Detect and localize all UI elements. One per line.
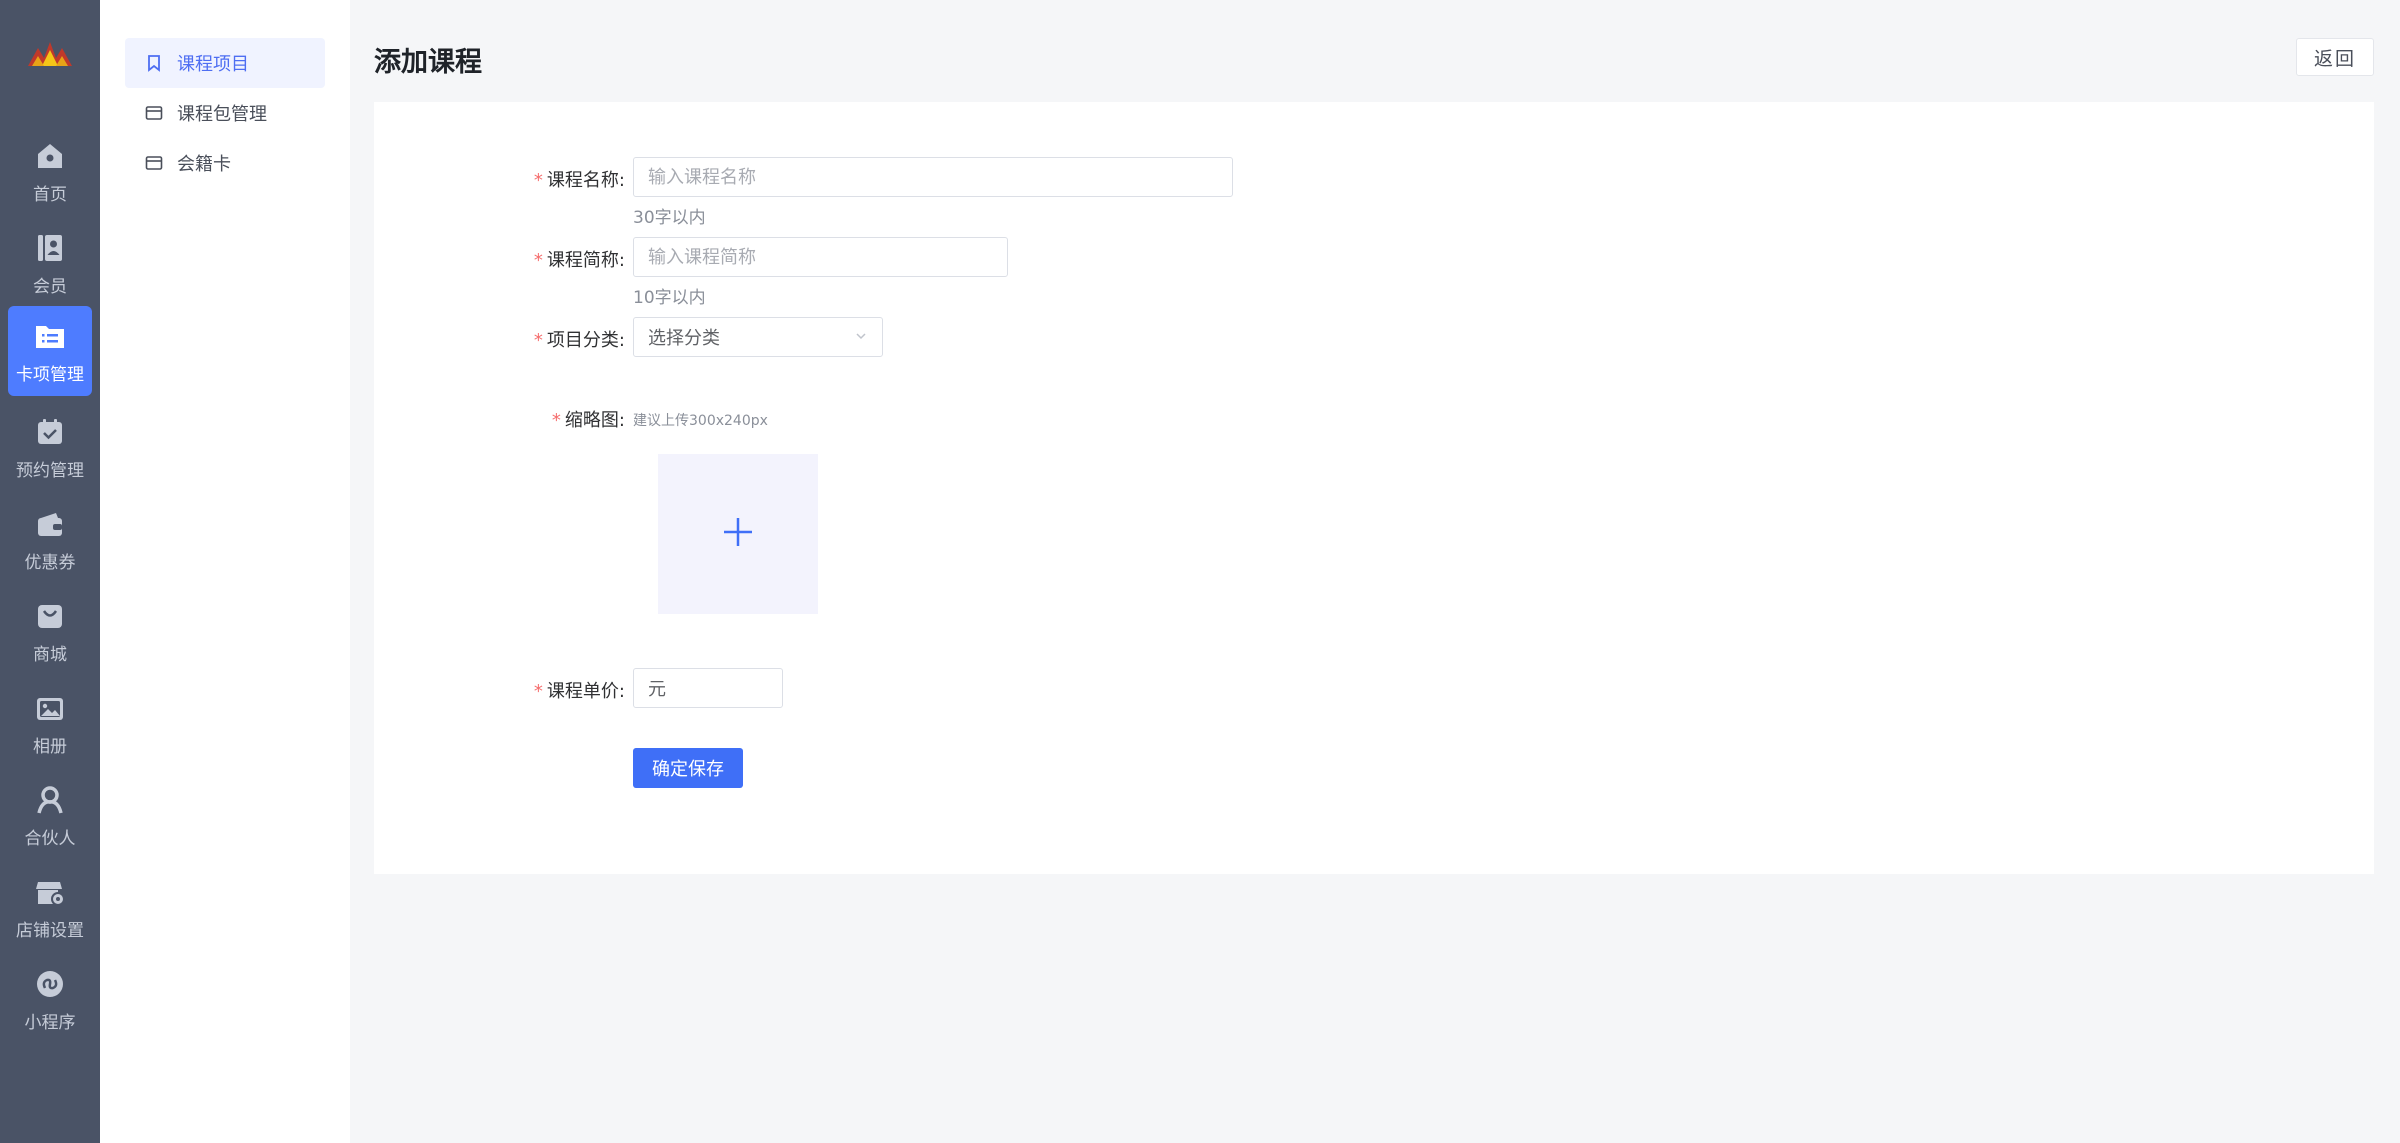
course-name-input[interactable]: [633, 157, 1233, 197]
album-icon: [32, 690, 68, 726]
calendar-check-icon: [32, 414, 68, 450]
price-label: * 课程单价:: [533, 681, 625, 702]
sidebar-item-booking[interactable]: 预约管理: [8, 402, 92, 492]
sidebar-item-label: 合伙人: [24, 828, 76, 849]
sidebar-item-label: 预约管理: [16, 460, 84, 481]
required-mark: *: [533, 170, 543, 191]
shop-settings-icon: [32, 874, 68, 910]
required-mark: *: [551, 410, 561, 431]
plus-icon: [722, 516, 754, 552]
submenu-item-membership-card[interactable]: 会籍卡: [125, 138, 325, 188]
submenu-item-label: 课程项目: [177, 54, 249, 75]
home-icon: [32, 138, 68, 174]
sidebar-item-album[interactable]: 相册: [8, 678, 92, 768]
back-button[interactable]: 返回: [2296, 38, 2374, 76]
submenu-item-course-project[interactable]: 课程项目: [125, 38, 325, 88]
category-select[interactable]: 选择分类: [633, 317, 883, 357]
app-logo[interactable]: [22, 36, 78, 76]
sidebar-item-label: 小程序: [24, 1012, 76, 1033]
shopping-bag-icon: [32, 598, 68, 634]
sidebar-item-label: 店铺设置: [16, 920, 84, 941]
sidebar-item-home[interactable]: 首页: [8, 126, 92, 216]
secondary-menu: 课程项目 课程包管理 会籍卡: [100, 0, 350, 1143]
sidebar-item-label: 优惠券: [24, 552, 76, 573]
card-icon: [145, 103, 165, 123]
submenu-item-course-package[interactable]: 课程包管理: [125, 88, 325, 138]
course-short-label: * 课程简称:: [533, 250, 625, 271]
page-title: 添加课程: [374, 47, 482, 78]
main-sidebar: 首页 会员 卡项管理 预约管理 优惠券 商城 相册 合伙人 店铺设置 小程序: [0, 0, 100, 1143]
course-short-input[interactable]: [633, 237, 1008, 277]
partner-icon: [32, 782, 68, 818]
sidebar-item-label: 商城: [33, 644, 67, 665]
member-icon: [32, 230, 68, 266]
category-select-value: 选择分类: [648, 328, 720, 349]
thumbnail-hint: 建议上传300x240px: [633, 413, 768, 429]
sidebar-item-card-management[interactable]: 卡项管理: [8, 306, 92, 396]
miniprogram-icon: [32, 966, 68, 1002]
sidebar-item-partner[interactable]: 合伙人: [8, 770, 92, 860]
submenu-item-label: 课程包管理: [177, 104, 267, 125]
course-name-hint: 30字以内: [633, 208, 706, 228]
chevron-down-icon: [854, 328, 868, 347]
card-icon: [145, 153, 165, 173]
thumbnail-label: * 缩略图:: [551, 410, 625, 431]
category-label: * 项目分类:: [533, 330, 625, 351]
sidebar-item-member[interactable]: 会员: [8, 218, 92, 308]
required-mark: *: [533, 681, 543, 702]
sidebar-item-shop-settings[interactable]: 店铺设置: [8, 862, 92, 952]
sidebar-item-label: 首页: [33, 184, 67, 205]
sidebar-item-mall[interactable]: 商城: [8, 586, 92, 676]
thumbnail-upload-button[interactable]: [658, 454, 818, 614]
sidebar-item-coupon[interactable]: 优惠券: [8, 494, 92, 584]
bookmark-icon: [145, 53, 165, 73]
required-mark: *: [533, 330, 543, 351]
course-short-hint: 10字以内: [633, 288, 706, 308]
sidebar-item-label: 会员: [33, 276, 67, 297]
wallet-icon: [32, 506, 68, 542]
card-folder-icon: [32, 318, 68, 354]
required-mark: *: [533, 250, 543, 271]
sidebar-item-miniprogram[interactable]: 小程序: [8, 954, 92, 1044]
save-button[interactable]: 确定保存: [633, 748, 743, 788]
sidebar-item-label: 相册: [33, 736, 67, 757]
submenu-item-label: 会籍卡: [177, 154, 231, 175]
course-name-label: * 课程名称:: [533, 170, 625, 191]
sidebar-item-label: 卡项管理: [16, 364, 84, 385]
price-input[interactable]: 元: [633, 668, 783, 708]
price-unit: 元: [648, 679, 666, 700]
